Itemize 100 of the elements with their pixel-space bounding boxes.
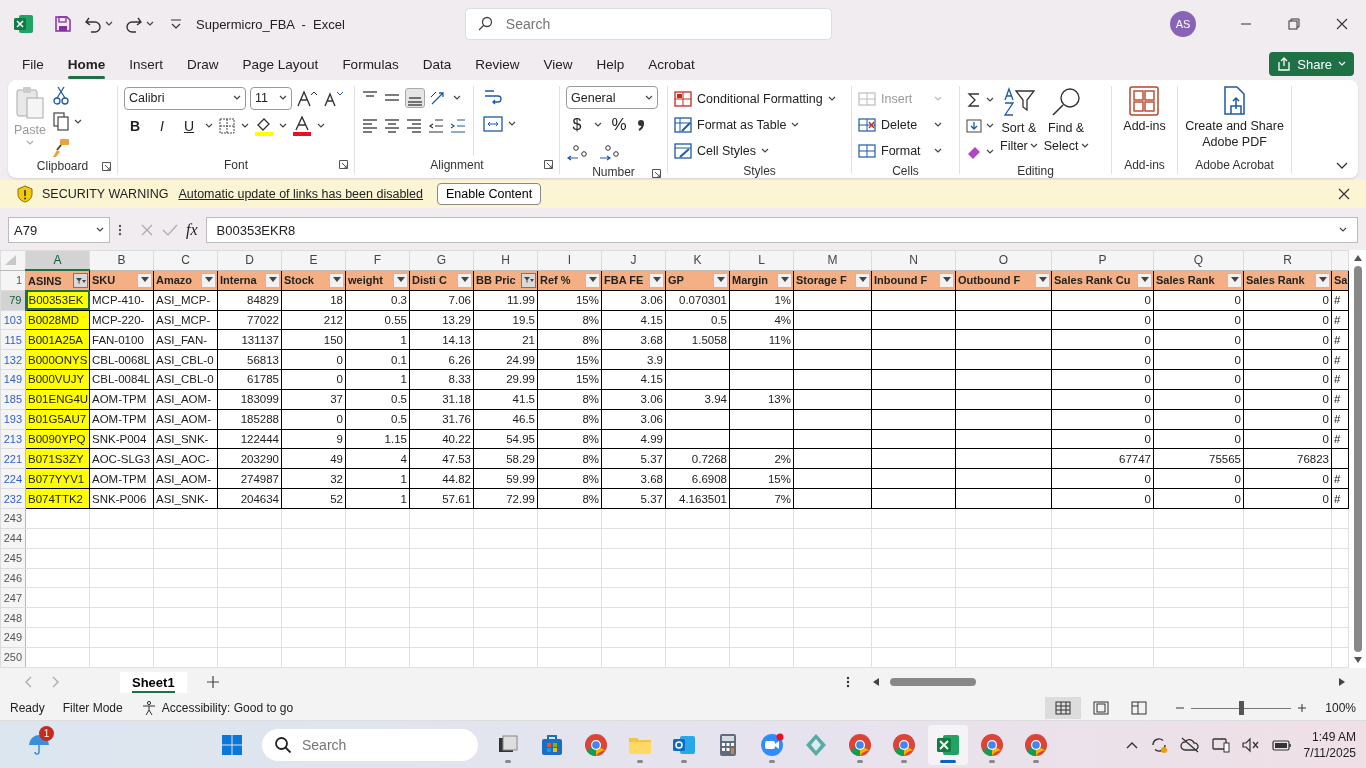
sync-icon[interactable] <box>1149 735 1168 754</box>
font-color-icon[interactable] <box>292 116 312 136</box>
caret-icon[interactable] <box>96 227 104 233</box>
caret-icon[interactable] <box>1339 227 1347 233</box>
sort-filter-button[interactable]: Sort & Filter <box>1000 86 1038 164</box>
eraser-icon[interactable] <box>966 144 982 160</box>
align-right-icon[interactable] <box>405 117 423 135</box>
clock[interactable]: 1:49 AM 7/11/2025 <box>1303 728 1356 761</box>
battery-icon[interactable] <box>1271 737 1292 752</box>
menu-tab[interactable]: Acrobat <box>638 52 705 76</box>
filter-button[interactable] <box>713 272 728 288</box>
caret-icon[interactable] <box>241 123 249 129</box>
caret-icon[interactable] <box>508 121 516 127</box>
menu-tab[interactable]: Formulas <box>332 52 409 76</box>
styles-menu-button[interactable]: Format as Table <box>674 112 836 138</box>
cells-menu-button[interactable]: Delete <box>858 112 942 138</box>
dialog-launcher-icon[interactable] <box>339 160 348 169</box>
filter-button[interactable] <box>73 273 88 288</box>
caret-icon[interactable] <box>986 123 994 129</box>
zoom-in-icon[interactable] <box>1297 703 1308 713</box>
filter-button[interactable] <box>329 272 344 288</box>
undo-icon[interactable] <box>84 15 102 33</box>
increase-font-size-icon[interactable] <box>296 89 318 107</box>
currency-button[interactable]: $ <box>566 116 588 134</box>
dialog-launcher-icon[interactable] <box>102 162 111 171</box>
column-letter[interactable]: B <box>117 253 126 268</box>
column-letter[interactable]: I <box>567 253 572 268</box>
spreadsheet-app-button[interactable] <box>928 724 968 765</box>
share-button[interactable]: Share <box>1269 52 1354 76</box>
menu-tab[interactable]: File <box>12 52 54 76</box>
filter-button[interactable] <box>457 272 472 288</box>
more-icon[interactable] <box>846 675 850 689</box>
styles-menu-button[interactable]: Conditional Formatting <box>674 86 836 112</box>
caret-icon[interactable] <box>453 95 461 101</box>
caret-icon[interactable] <box>105 21 113 27</box>
column-letter[interactable]: P <box>1098 253 1107 268</box>
column-letter[interactable]: E <box>309 253 318 268</box>
caret-icon[interactable] <box>233 95 241 101</box>
filter-button[interactable] <box>1137 272 1152 288</box>
warning-link[interactable]: Automatic update of links has been disabled <box>178 187 423 201</box>
dialog-launcher-icon[interactable] <box>544 160 553 169</box>
column-letter[interactable]: M <box>827 253 838 268</box>
italic-button[interactable]: I <box>151 118 173 134</box>
search-field[interactable]: Search <box>262 728 478 761</box>
column-letter[interactable]: G <box>436 253 447 268</box>
filter-button[interactable] <box>521 272 536 288</box>
close-icon[interactable] <box>1338 188 1350 200</box>
zoom-slider[interactable] <box>1239 700 1245 715</box>
column-letter[interactable]: A <box>53 253 62 268</box>
column-letter[interactable]: N <box>909 253 918 268</box>
customize-icon[interactable] <box>170 18 182 30</box>
column-letter[interactable]: R <box>1283 253 1292 268</box>
align-left-icon[interactable] <box>361 117 379 135</box>
volume-muted-icon[interactable] <box>1241 736 1260 753</box>
filter-button[interactable] <box>1035 272 1050 288</box>
dialog-launcher-icon[interactable] <box>652 169 661 178</box>
redo-icon[interactable] <box>125 15 143 33</box>
increase-indent-icon[interactable] <box>449 117 467 135</box>
merge-center-icon[interactable] <box>482 115 504 133</box>
underline-button[interactable]: U <box>178 118 200 134</box>
caret-icon[interactable] <box>761 148 770 154</box>
filter-button[interactable] <box>137 272 152 288</box>
styles-menu-button[interactable]: Cell Styles <box>674 138 836 164</box>
scroll-left-icon[interactable] <box>872 677 880 687</box>
fill-color-icon[interactable] <box>254 116 274 136</box>
filter-button[interactable] <box>201 272 216 288</box>
filter-button[interactable] <box>1227 272 1242 288</box>
caret-icon[interactable] <box>594 122 602 128</box>
more-icon[interactable] <box>118 223 122 237</box>
menu-tab[interactable]: Help <box>586 52 635 76</box>
percent-button[interactable]: % <box>608 115 630 135</box>
menu-tab[interactable]: Data <box>412 52 462 76</box>
caret-icon[interactable] <box>645 94 653 101</box>
column-letter[interactable]: D <box>245 253 254 268</box>
close-icon[interactable] <box>1336 18 1348 30</box>
name-box[interactable]: A79 <box>8 217 110 243</box>
filter-button[interactable] <box>1315 272 1330 288</box>
horizontal-scrollbar[interactable] <box>872 677 1346 687</box>
caret-icon[interactable] <box>986 97 994 103</box>
cells-menu-button[interactable]: Format <box>858 138 942 164</box>
enable-content-button[interactable]: Enable Content <box>437 183 542 205</box>
sheet-tab[interactable]: Sheet1 <box>120 671 187 693</box>
filter-button[interactable] <box>939 272 954 288</box>
increase-decimal-icon[interactable] <box>566 144 588 162</box>
copy-icon[interactable] <box>51 112 70 132</box>
caret-icon[interactable] <box>986 149 994 155</box>
column-letter[interactable]: Q <box>1193 253 1204 268</box>
decrease-decimal-icon[interactable] <box>598 144 620 162</box>
cut-icon[interactable] <box>51 86 70 106</box>
caret-icon[interactable] <box>317 123 325 129</box>
network-icon[interactable] <box>1211 736 1230 753</box>
caret-icon[interactable] <box>146 21 154 27</box>
scroll-down-icon[interactable] <box>1352 656 1363 664</box>
format-painter-icon[interactable] <box>51 138 70 158</box>
column-letter[interactable]: L <box>758 253 765 268</box>
chevron-up-icon[interactable] <box>1125 740 1138 749</box>
row-number[interactable]: 1 <box>15 274 22 287</box>
fill-down-icon[interactable] <box>966 118 982 134</box>
formula-field[interactable]: B00353EKR8 <box>205 217 1358 243</box>
caret-icon[interactable] <box>279 123 287 129</box>
